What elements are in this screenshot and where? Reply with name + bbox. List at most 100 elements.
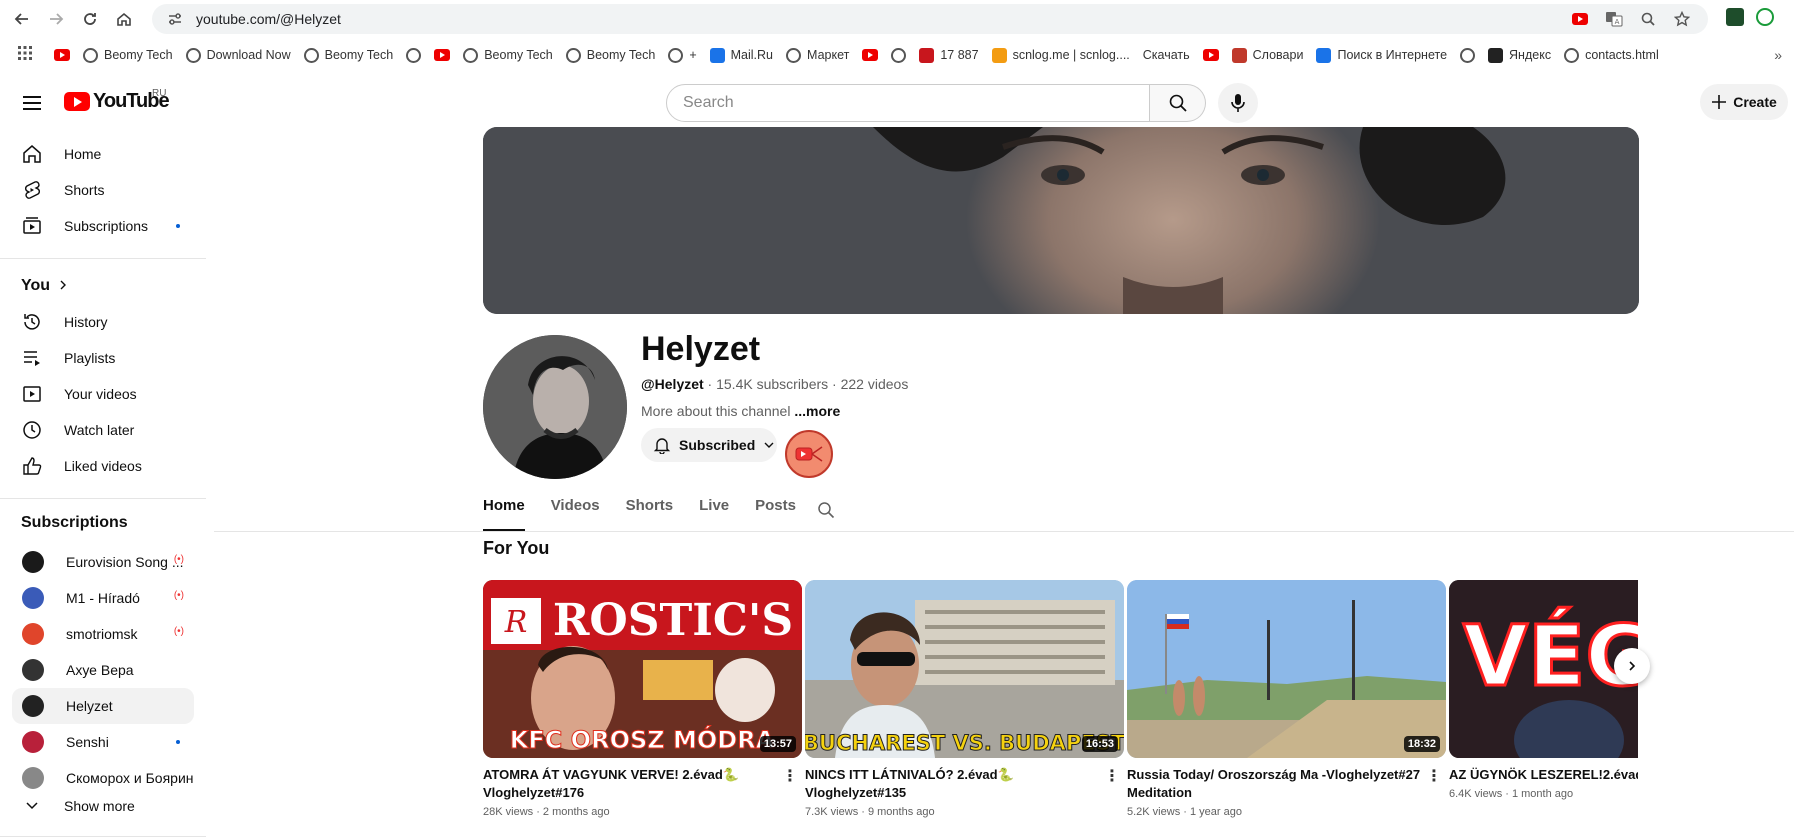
sidebar-item-playlists[interactable]: Playlists xyxy=(12,340,194,376)
bookmark-item[interactable]: Словари xyxy=(1231,47,1303,63)
more-actions-icon[interactable]: ⋮ xyxy=(1426,766,1442,786)
subscription-label: Helyzet xyxy=(66,698,113,714)
tab-shorts[interactable]: Shorts xyxy=(626,497,674,531)
video-card[interactable]: VÉG AZ ÜGYNÖK LESZEREL!2.évad🐍 6.4K view… xyxy=(1449,580,1638,800)
bookmark-item[interactable]: scnlog.me | scnlog.... xyxy=(991,47,1130,63)
voice-search-button[interactable] xyxy=(1218,83,1258,123)
sidebar-item-subscriptions[interactable]: Subscriptions xyxy=(12,208,194,244)
youtube-extension-icon[interactable] xyxy=(1570,9,1590,29)
site-settings-icon[interactable] xyxy=(166,10,184,28)
video-thumbnail[interactable]: R ROSTIC'S KFC OROSZ MÓDRA 13:57 xyxy=(483,580,802,758)
sidebar-you-header[interactable]: You xyxy=(21,268,203,304)
bookmark-item[interactable]: Download Now xyxy=(185,47,291,63)
bookmark-item[interactable] xyxy=(1202,49,1219,61)
bookmark-item[interactable]: Маркет xyxy=(786,47,849,63)
bookmark-item[interactable]: Beomy Tech xyxy=(565,47,655,63)
carousel-next-button[interactable] xyxy=(1614,648,1650,684)
bookmark-item[interactable]: Яндекс xyxy=(1488,47,1551,63)
sidebar-item-liked-videos[interactable]: Liked videos xyxy=(12,448,194,484)
bookmark-item[interactable]: Поиск в Интернете xyxy=(1316,47,1448,63)
sidebar-item-history[interactable]: History xyxy=(12,304,194,340)
bookmark-item[interactable]: contacts.html xyxy=(1564,47,1659,63)
subscription-item[interactable]: Ахуе Вера xyxy=(12,652,194,688)
sidebar-item-shorts[interactable]: Shorts xyxy=(12,172,194,208)
bookmarks-bar: Beomy Tech Download Now Beomy Tech Beomy Te… xyxy=(0,40,1794,70)
bookmark-item[interactable] xyxy=(1460,47,1476,63)
more-link[interactable]: ...more xyxy=(794,403,840,419)
bookmark-item[interactable] xyxy=(891,47,907,63)
create-button[interactable]: Create xyxy=(1700,84,1788,120)
video-thumbnail[interactable]: 18:32 xyxy=(1127,580,1446,758)
video-title[interactable]: ATOMRA ÁT VAGYUNK VERVE! 2.évad🐍 Vloghel… xyxy=(483,766,802,802)
bookmark-item[interactable] xyxy=(434,49,451,61)
bookmark-item[interactable] xyxy=(862,49,879,61)
globe-icon xyxy=(1564,47,1580,63)
video-thumbnail[interactable]: VÉG xyxy=(1449,580,1638,758)
tab-live[interactable]: Live xyxy=(699,497,729,531)
back-icon[interactable] xyxy=(8,5,36,33)
sidebar-item-home[interactable]: Home xyxy=(12,136,194,172)
bookmarks-overflow-icon[interactable]: » xyxy=(1774,47,1782,63)
extension-check-icon[interactable] xyxy=(1756,8,1774,26)
bookmark-item[interactable]: 17 887 xyxy=(919,47,979,63)
subscription-item[interactable]: Senshi xyxy=(12,724,194,760)
video-thumbnail[interactable]: BUCHAREST VS. BUDAPEST 16:53 xyxy=(805,580,1124,758)
channel-description[interactable]: More about this channel ...more xyxy=(641,403,840,419)
channel-avatar[interactable] xyxy=(483,335,627,479)
home-browser-icon[interactable] xyxy=(110,5,138,33)
search-button[interactable] xyxy=(1150,84,1206,122)
video-duration: 16:53 xyxy=(1081,736,1118,752)
bookmark-label: Поиск в Интернете xyxy=(1337,48,1448,62)
video-meta: 6.4K views · 1 month ago xyxy=(1449,788,1574,800)
bookmark-item[interactable]: Скачать xyxy=(1143,48,1190,62)
subscription-item[interactable]: Helyzet xyxy=(12,688,194,724)
reload-icon[interactable] xyxy=(76,5,104,33)
zoom-icon[interactable] xyxy=(1638,9,1658,29)
video-card[interactable]: BUCHAREST VS. BUDAPEST 16:53 NINCS ITT L… xyxy=(805,580,1124,818)
channel-handle[interactable]: @Helyzet xyxy=(641,376,704,392)
subscription-item[interactable]: M1 - Híradó (•) xyxy=(12,580,194,616)
tab-home[interactable]: Home xyxy=(483,497,525,531)
video-card[interactable]: 18:32 Russia Today/ Oroszország Ma -Vlog… xyxy=(1127,580,1446,818)
video-title[interactable]: NINCS ITT LÁTNIVALÓ? 2.évad🐍Vloghelyzet#… xyxy=(805,766,1124,802)
channel-tabs: Home Videos Shorts Live Posts xyxy=(483,497,822,531)
show-more-button[interactable]: Show more xyxy=(12,788,194,824)
bookmark-item[interactable]: Beomy Tech xyxy=(83,47,173,63)
more-actions-icon[interactable]: ⋮ xyxy=(782,766,798,786)
bookmark-item[interactable]: Beomy Tech xyxy=(303,47,393,63)
subscription-item[interactable]: smotriomsk (•) xyxy=(12,616,194,652)
chevron-right-icon xyxy=(58,277,68,295)
sidebar-item-watch-later[interactable]: Watch later xyxy=(12,412,194,448)
apps-grid-icon[interactable] xyxy=(18,45,32,65)
bookmark-item[interactable]: Beomy Tech xyxy=(463,47,553,63)
your-videos-icon xyxy=(20,382,44,406)
translate-icon[interactable]: A xyxy=(1604,9,1624,29)
video-title[interactable]: Russia Today/ Oroszország Ma -Vloghelyze… xyxy=(1127,766,1446,802)
record-overlay-icon[interactable] xyxy=(785,430,833,478)
subscribed-button[interactable]: Subscribed xyxy=(641,428,777,462)
bookmark-label: Beomy Tech xyxy=(104,48,173,62)
tab-search-icon[interactable] xyxy=(817,501,835,524)
subscription-item[interactable]: Eurovision Song ... (•) xyxy=(12,544,194,580)
bookmark-item[interactable] xyxy=(406,47,422,63)
bookmark-item[interactable]: Mail.Ru xyxy=(709,47,773,63)
bookmark-item[interactable] xyxy=(54,49,70,61)
address-bar[interactable]: youtube.com/@Helyzet A xyxy=(152,4,1708,34)
video-card[interactable]: R ROSTIC'S KFC OROSZ MÓDRA 13:57 ATOMRA … xyxy=(483,580,802,818)
search-input[interactable]: Search xyxy=(666,84,1150,122)
sidebar-item-your-videos[interactable]: Your videos xyxy=(12,376,194,412)
extension-icon[interactable] xyxy=(1726,8,1744,26)
globe-icon xyxy=(891,47,907,63)
more-actions-icon[interactable]: ⋮ xyxy=(1104,766,1120,786)
bookmark-item[interactable]: + xyxy=(668,47,697,63)
globe-icon xyxy=(303,47,319,63)
channel-meta: @Helyzet · 15.4K subscribers · 222 video… xyxy=(641,376,908,392)
tab-videos[interactable]: Videos xyxy=(551,497,600,531)
sidebar-divider xyxy=(0,836,206,837)
tab-posts[interactable]: Posts xyxy=(755,497,796,531)
youtube-masthead: YouTube RU Search Create xyxy=(0,76,1794,132)
bookmark-star-icon[interactable] xyxy=(1672,9,1692,29)
forward-icon[interactable] xyxy=(42,5,70,33)
hamburger-menu-icon[interactable] xyxy=(20,90,46,116)
video-title[interactable]: AZ ÜGYNÖK LESZEREL!2.évad🐍 xyxy=(1449,766,1638,784)
